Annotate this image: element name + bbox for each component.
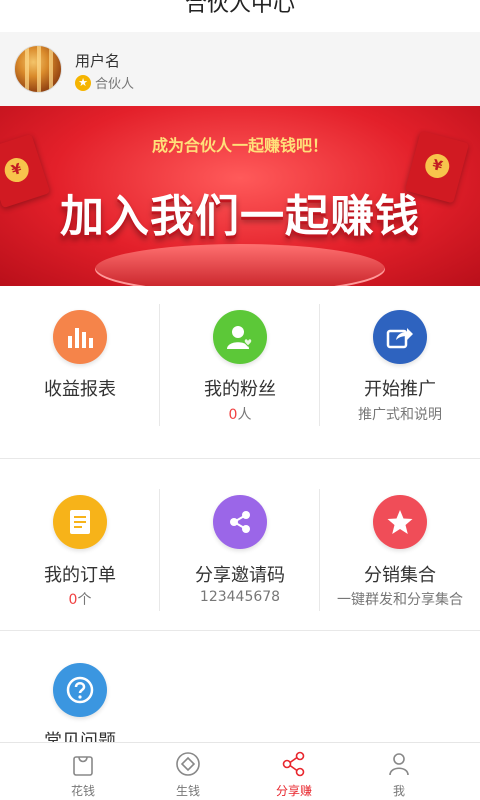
banner-headline: 加入我们一起赚钱	[60, 191, 420, 242]
share-nodes-icon	[281, 751, 307, 777]
menu-item-earnings-report[interactable]: 收益报表	[0, 286, 160, 458]
bottom-tab-bar: 花钱 生钱 分享赚 我	[0, 742, 480, 800]
document-icon	[53, 495, 107, 549]
tab-label: 分享赚	[275, 784, 312, 798]
menu-item-label: 开始推广	[364, 379, 436, 400]
tab-me[interactable]: 我	[339, 743, 459, 800]
share-nodes-icon	[213, 495, 267, 549]
role-label: 合伙人	[95, 77, 135, 92]
orders-count: 0个	[0, 589, 160, 609]
tab-earn[interactable]: 生钱	[128, 743, 248, 800]
menu-item-start-promotion[interactable]: 开始推广 推广式和说明	[320, 286, 480, 458]
menu-item-label: 我的订单	[44, 565, 116, 586]
tab-label: 生钱	[175, 784, 200, 798]
menu-row: 我的订单 0个 分享邀请码 123445678 分销集合 一键群发和分享集合	[0, 458, 480, 630]
user-heart-icon	[213, 310, 267, 364]
orders-count-unit: 个	[77, 592, 92, 608]
tab-spend[interactable]: 花钱	[23, 743, 143, 800]
star-badge-icon: ★	[75, 74, 91, 91]
page-title: 合伙人中心	[184, 0, 295, 17]
menu-item-share-invite-code[interactable]: 分享邀请码 123445678	[160, 459, 320, 630]
menu-item-my-fans[interactable]: 我的粉丝 0人	[160, 286, 320, 458]
username: 用户名	[75, 52, 121, 70]
menu-row: 常见问题	[0, 630, 480, 752]
tab-label: 我	[392, 784, 405, 798]
header-bar: 合伙人中心	[0, 0, 480, 32]
stage-decoration	[95, 244, 385, 286]
menu-item-distribution-collection[interactable]: 分销集合 一键群发和分享集合	[320, 459, 480, 630]
menu-row: 收益报表 我的粉丝 0人 开始推广 推广式和说明	[0, 286, 480, 458]
avatar[interactable]	[14, 45, 62, 93]
promo-banner[interactable]: ¥ ¥ 成为合伙人一起赚钱吧！ 加入我们一起赚钱	[0, 106, 480, 286]
menu-item-label: 收益报表	[44, 379, 116, 400]
person-icon	[386, 751, 412, 777]
menu-item-my-orders[interactable]: 我的订单 0个	[0, 459, 160, 630]
tab-share-earn[interactable]: 分享赚	[234, 743, 354, 800]
menu-item-description: 推广式和说明	[358, 407, 442, 423]
star-icon	[373, 495, 427, 549]
menu-item-label: 分享邀请码	[195, 565, 285, 586]
share-arrow-icon	[373, 310, 427, 364]
invite-code: 123445678	[199, 589, 281, 605]
question-icon	[53, 663, 107, 717]
menu-item-label: 分销集合	[364, 565, 436, 586]
banner-subtitle: 成为合伙人一起赚钱吧！	[151, 136, 328, 155]
role-badge: ★ 合伙人	[75, 73, 134, 92]
bar-chart-icon	[53, 310, 107, 364]
fans-count-unit: 人	[237, 407, 252, 423]
diamond-coin-icon	[175, 751, 201, 777]
menu-item-description: 一键群发和分享集合	[337, 592, 463, 608]
tab-label: 花钱	[70, 784, 95, 798]
profile-card[interactable]: 用户名 ★ 合伙人	[0, 32, 480, 106]
shopping-bag-icon	[70, 751, 96, 777]
menu-item-faq[interactable]: 常见问题	[0, 631, 160, 752]
fans-count: 0人	[160, 404, 320, 424]
menu-item-label: 我的粉丝	[204, 379, 276, 400]
